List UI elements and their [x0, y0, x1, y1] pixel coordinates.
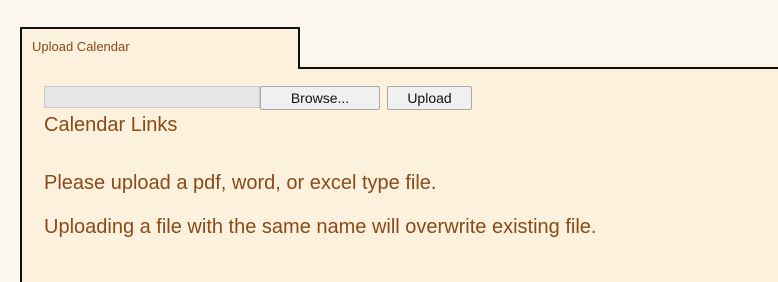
- tab-label: Upload Calendar: [32, 39, 130, 54]
- browse-button[interactable]: Browse...: [260, 86, 380, 110]
- upload-instruction-overwrite: Uploading a file with the same name will…: [44, 216, 597, 238]
- upload-button[interactable]: Upload: [387, 86, 472, 110]
- calendar-links-heading: Calendar Links: [44, 114, 178, 136]
- upload-instruction-file-types: Please upload a pdf, word, or excel type…: [44, 172, 437, 194]
- panel-divider: [298, 67, 778, 69]
- tab-upload-calendar[interactable]: Upload Calendar: [20, 27, 300, 67]
- file-path-field[interactable]: [44, 86, 260, 108]
